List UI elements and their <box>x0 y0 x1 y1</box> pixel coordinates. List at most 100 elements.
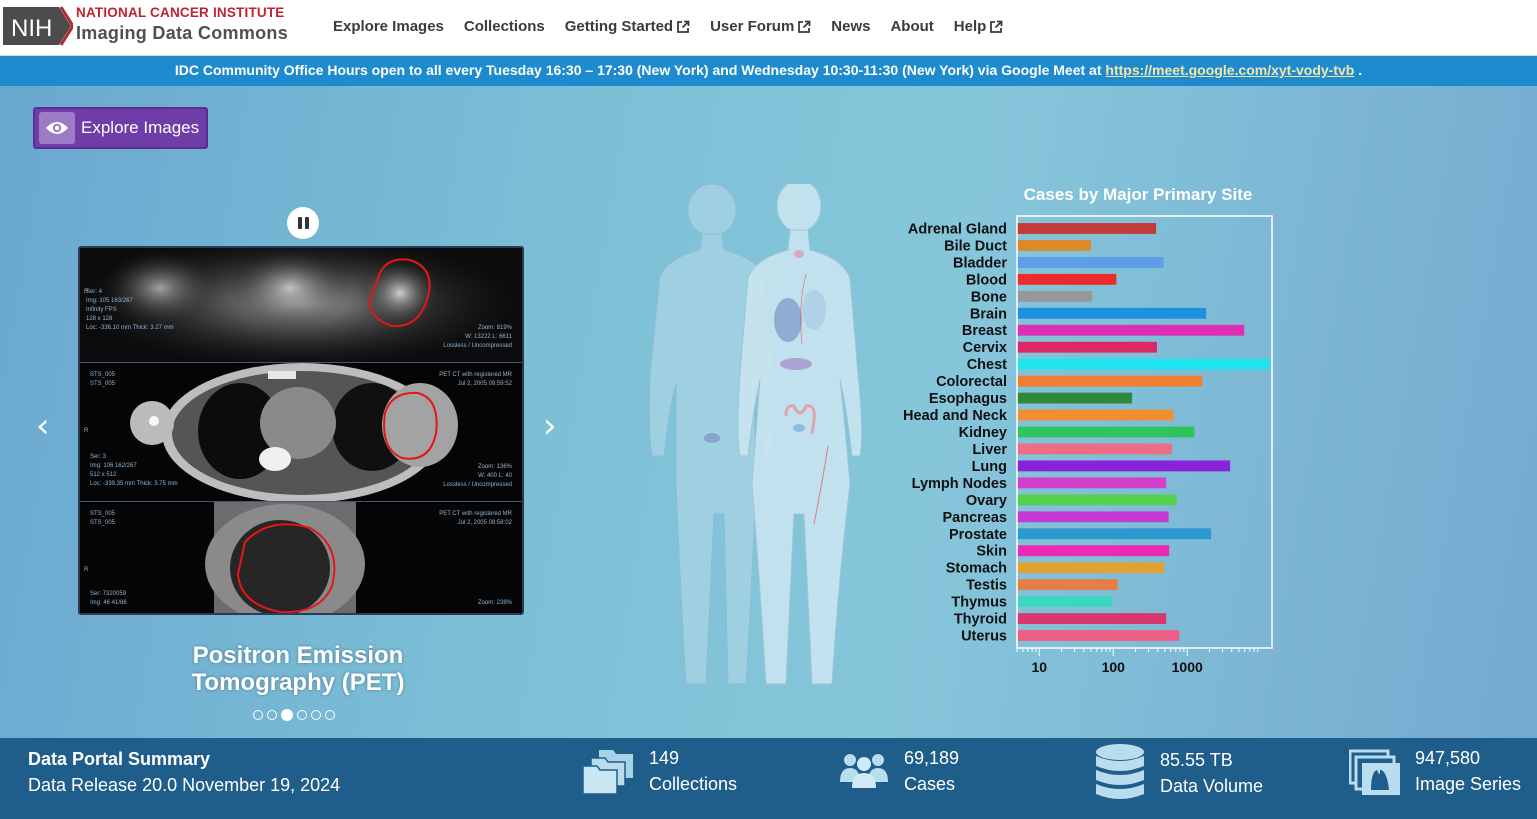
category-label: Kidney <box>959 425 1007 441</box>
cases-by-site-chart: Cases by Major Primary Site Adrenal Glan… <box>903 185 1273 675</box>
carousel-dot[interactable] <box>311 710 321 720</box>
category-label: Bladder <box>953 255 1007 271</box>
category-label: Blood <box>966 272 1007 288</box>
bar-head-and-neck[interactable] <box>1017 409 1174 421</box>
bar-thyroid[interactable] <box>1017 613 1167 624</box>
stat-image-series-label: Image Series <box>1415 774 1522 794</box>
pause-icon-bar <box>297 217 302 229</box>
bar-thymus[interactable] <box>1017 596 1112 608</box>
nav-item-news[interactable]: News <box>831 18 870 35</box>
category-label: Testis <box>966 578 1007 594</box>
carousel-dot[interactable] <box>267 710 277 720</box>
nav-item-help[interactable]: Help <box>954 18 1004 35</box>
carousel-prev-icon[interactable]: ‹ <box>36 406 50 446</box>
bar-uterus[interactable] <box>1017 630 1180 641</box>
banner-meet-link[interactable]: https://meet.google.com/xyt-vody-tvb <box>1105 62 1354 78</box>
body-map-illustration[interactable] <box>636 184 876 694</box>
carousel-dot[interactable] <box>325 710 335 720</box>
nav-item-getting-started[interactable]: Getting Started <box>565 18 690 35</box>
x-tick-label: 1000 <box>1172 659 1203 675</box>
viewer-panel-right-info: Zoom: 238% <box>477 600 512 606</box>
category-label: Liver <box>972 442 1007 458</box>
bar-lung[interactable] <box>1017 460 1231 472</box>
bar-esophagus[interactable] <box>1017 392 1133 404</box>
bar-liver[interactable] <box>1017 443 1172 455</box>
category-label: Lung <box>972 459 1007 475</box>
bar-lymph-nodes[interactable] <box>1017 477 1167 489</box>
viewer-panel-mr[interactable]: STS_005 STS_005 PET CT with registered M… <box>80 502 522 613</box>
nav-item-label: Explore Images <box>333 18 444 35</box>
bar-chest[interactable] <box>1017 358 1270 370</box>
stat-data-volume-value: 85.55 TB <box>1160 750 1233 770</box>
bar-cervix[interactable] <box>1017 341 1157 353</box>
bar-prostate[interactable] <box>1017 528 1212 540</box>
viewer-panel-ct[interactable]: STS_005 STS_005 PET CT with registered M… <box>80 363 522 501</box>
external-link-icon <box>798 20 811 33</box>
nav-item-label: About <box>890 18 934 35</box>
nav-item-collections[interactable]: Collections <box>464 18 545 35</box>
bar-bile-duct[interactable] <box>1017 240 1091 251</box>
bar-bladder[interactable] <box>1017 256 1164 268</box>
carousel-dot[interactable] <box>253 710 263 720</box>
bar-pancreas[interactable] <box>1017 511 1169 523</box>
stat-collections-label: Collections <box>649 774 738 794</box>
summary-title: Data Portal Summary <box>28 749 211 769</box>
stat-cases-label: Cases <box>904 774 956 794</box>
category-label: Head and Neck <box>903 408 1008 424</box>
category-label: Pancreas <box>943 510 1008 526</box>
bar-kidney[interactable] <box>1017 426 1195 438</box>
bar-bone[interactable] <box>1017 290 1093 302</box>
x-tick-label: 10 <box>1031 659 1047 675</box>
stat-data-volume-label: Data Volume <box>1160 776 1264 796</box>
bar-breast[interactable] <box>1017 324 1245 336</box>
viewer-panel-top-left-info: STS_005 STS_005 <box>90 511 116 526</box>
bar-skin[interactable] <box>1017 545 1170 557</box>
bar-colorectal[interactable] <box>1017 375 1203 387</box>
product-name[interactable]: Imaging Data Commons <box>76 23 288 44</box>
nav-item-about[interactable]: About <box>890 18 933 35</box>
pet-image-viewer[interactable]: Ser: 4 Img: 105 163/267 Infinity FPS 128… <box>78 246 524 615</box>
main-nav: Explore Images Collections Getting Started… <box>333 18 1023 35</box>
nav-item-label: News <box>831 18 871 35</box>
external-link-icon <box>677 20 690 33</box>
nav-item-user-forum[interactable]: User Forum <box>710 18 811 35</box>
viewer-panel-left-info: Ser: 7320059 Img: 46 41/86 <box>90 591 127 606</box>
eye-icon <box>39 112 75 144</box>
viewer-panel-pet[interactable]: Ser: 4 Img: 105 163/267 Infinity FPS 128… <box>80 248 522 362</box>
external-link-icon <box>990 20 1003 33</box>
category-label: Breast <box>962 323 1007 339</box>
stat-cases-value: 69,189 <box>904 748 960 768</box>
bar-stomach[interactable] <box>1017 562 1165 574</box>
category-label: Ovary <box>966 493 1007 509</box>
nav-item-label: Collections <box>463 18 545 35</box>
announcement-banner: IDC Community Office Hours open to all e… <box>0 56 1537 86</box>
summary-release: Data Release 20.0 November 19, 2024 <box>28 775 341 795</box>
chart-title: Cases by Major Primary Site <box>1024 185 1253 204</box>
nav-item-explore-images[interactable]: Explore Images <box>333 18 444 35</box>
carousel-pause-button[interactable] <box>287 207 319 239</box>
category-label: Stomach <box>946 561 1007 577</box>
nih-logo-text: NIH <box>11 15 53 42</box>
bar-adrenal-gland[interactable] <box>1017 223 1157 234</box>
portal-summary-footer: Data Portal Summary Data Release 20.0 No… <box>0 738 1537 819</box>
institute-name[interactable]: NATIONAL CANCER INSTITUTE <box>76 5 285 20</box>
bar-blood[interactable] <box>1017 273 1117 285</box>
image-series-icon <box>1349 749 1400 795</box>
explore-images-button[interactable]: Explore Images <box>33 107 208 149</box>
carousel-caption: Positron Emission Tomography (PET) <box>191 642 405 696</box>
bar-brain[interactable] <box>1017 307 1207 319</box>
carousel-next-icon[interactable]: › <box>543 406 557 446</box>
category-label: Uterus <box>961 629 1007 645</box>
bar-ovary[interactable] <box>1017 494 1177 506</box>
nih-logo[interactable]: NIH <box>3 5 75 47</box>
category-label: Cervix <box>963 340 1007 356</box>
category-label: Chest <box>967 357 1007 373</box>
viewer-panel-top-left-info: STS_005 STS_005 <box>90 372 116 387</box>
carousel-dot[interactable] <box>297 710 307 720</box>
carousel-dot[interactable] <box>281 709 293 721</box>
bar-testis[interactable] <box>1017 579 1118 591</box>
viewer-panel-right-info: Zoom: 136% W: 400 L: 40 Lossless / Uncom… <box>443 464 512 488</box>
nav-item-label: Help <box>953 18 987 35</box>
category-label: Lymph Nodes <box>912 476 1007 492</box>
folders-icon <box>583 750 633 795</box>
